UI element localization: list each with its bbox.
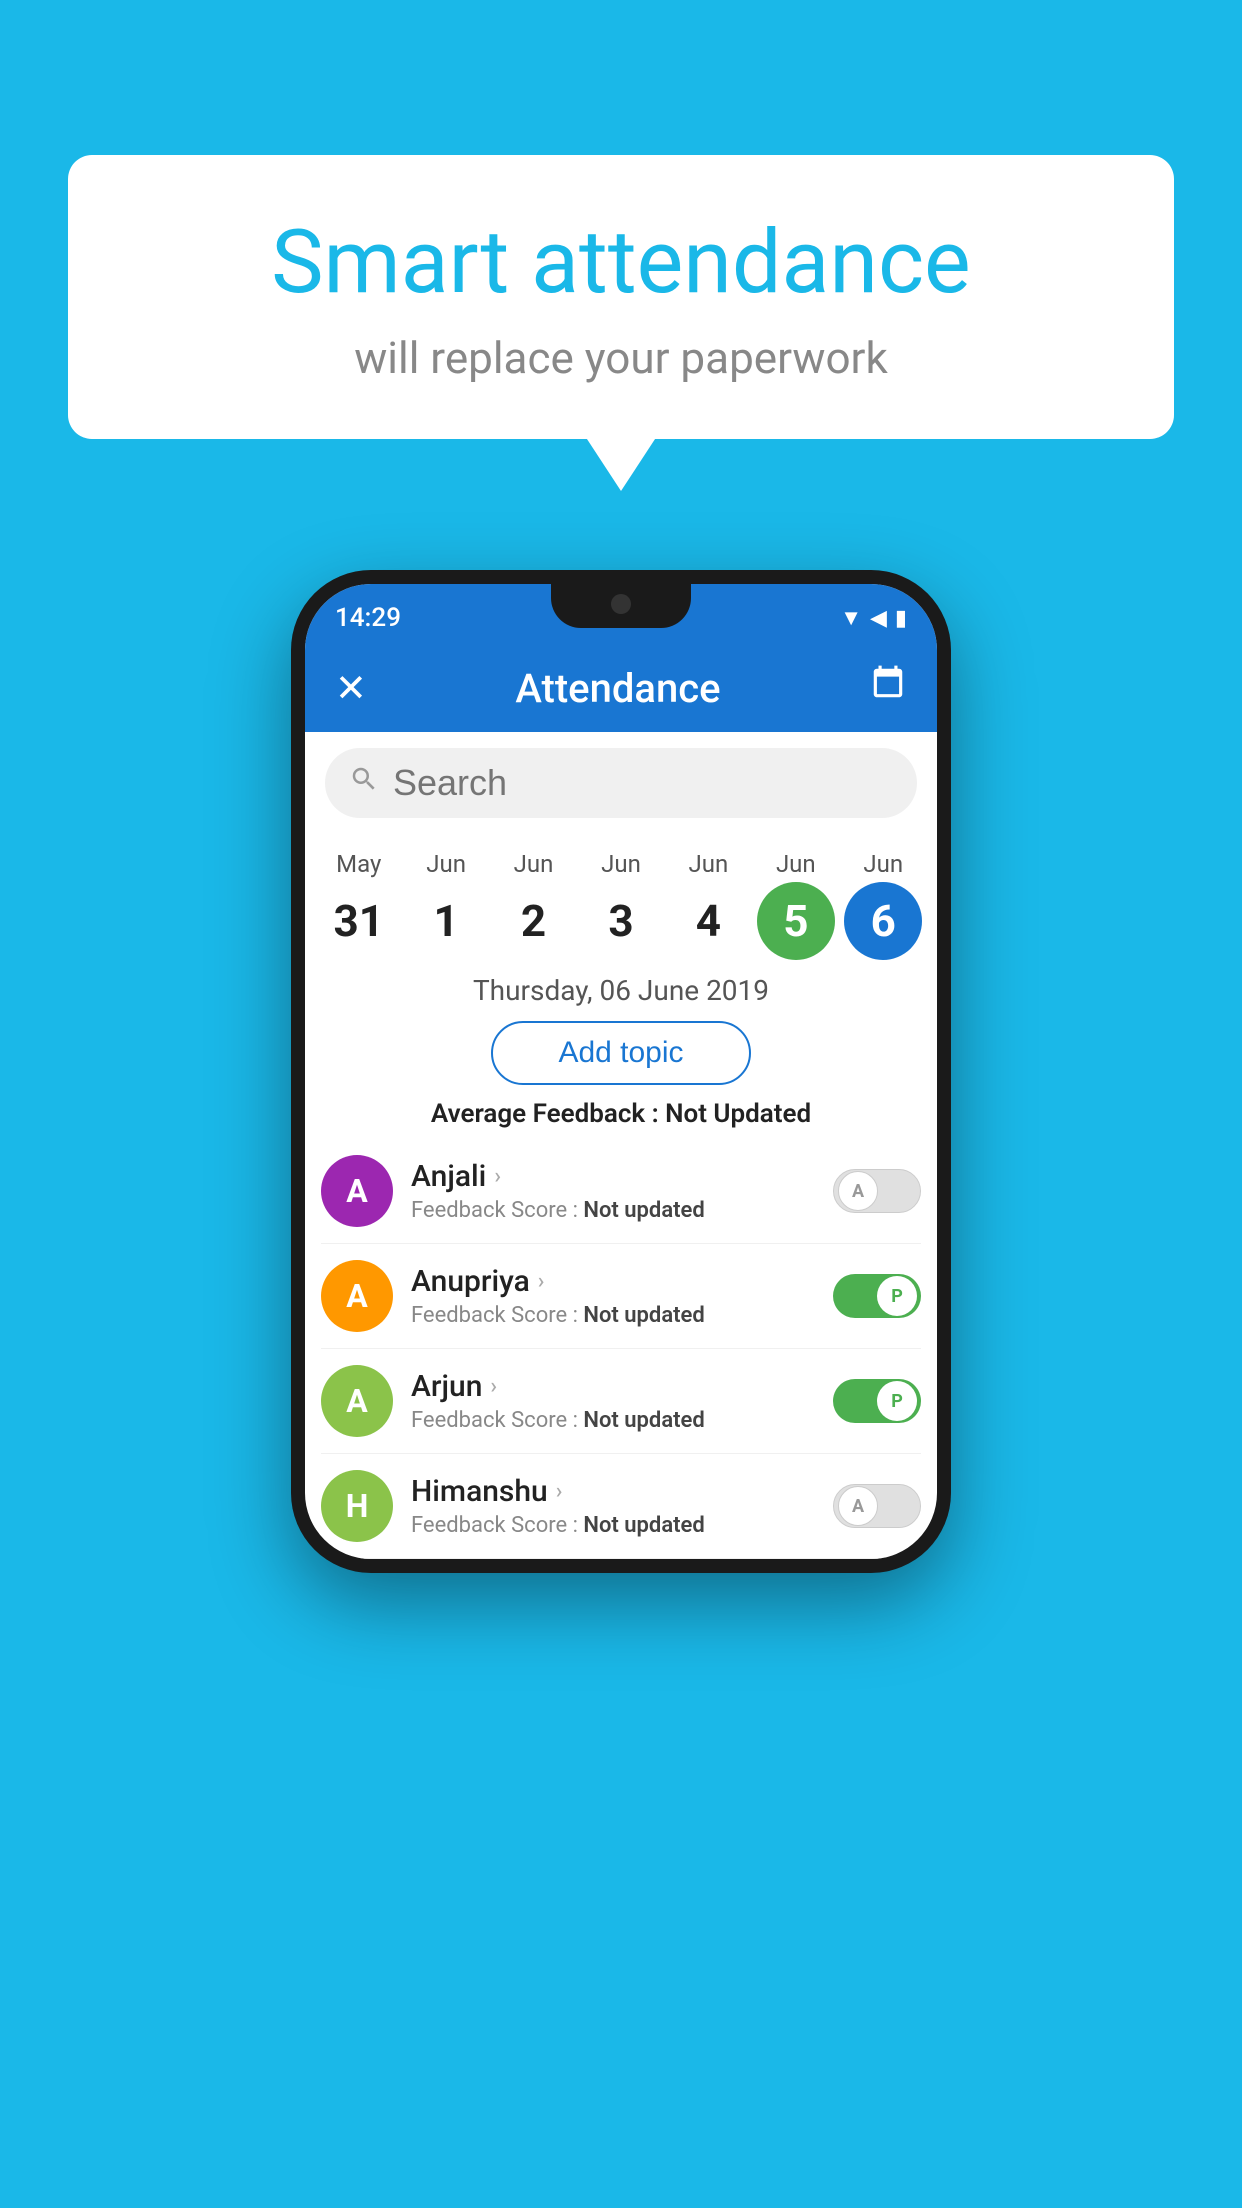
student-name: Anjali › [411,1159,833,1194]
chevron-icon: › [538,1269,545,1294]
status-time: 14:29 [335,603,401,633]
speech-bubble: Smart attendance will replace your paper… [68,155,1174,439]
student-name: Himanshu › [411,1474,833,1509]
selected-date: Thursday, 06 June 2019 [305,974,937,1007]
calendar-icon[interactable] [869,664,907,712]
phone-notch [551,584,691,628]
status-icons: ▼ ◀ ▮ [840,605,907,631]
student-info: Anjali › Feedback Score : Not updated [411,1159,833,1223]
main-title: Smart attendance [108,215,1134,312]
feedback-score: Feedback Score : Not updated [411,1198,833,1223]
add-topic-button[interactable]: Add topic [491,1021,751,1085]
cal-date-number[interactable]: 1 [407,882,485,960]
cal-date-number[interactable]: 4 [669,882,747,960]
toggle-knob: A [838,1486,878,1526]
attendance-toggle[interactable]: A [833,1484,921,1528]
student-name: Arjun › [411,1369,833,1404]
calendar-day[interactable]: May 31 [319,850,399,960]
student-info: Anupriya › Feedback Score : Not updated [411,1264,833,1328]
phone-mockup: 14:29 ▼ ◀ ▮ ✕ Attendance [291,570,951,1573]
chevron-icon: › [556,1479,563,1504]
search-bar[interactable] [325,748,917,818]
app-bar-title: Attendance [515,665,720,712]
student-item[interactable]: AAnjali ›Feedback Score : Not updatedA [321,1139,921,1244]
calendar-day[interactable]: Jun 3 [581,850,661,960]
cal-date-number[interactable]: 5 [757,882,835,960]
cal-date-number[interactable]: 3 [582,882,660,960]
cal-month-label: Jun [426,850,466,878]
chevron-icon: › [494,1164,501,1189]
close-icon[interactable]: ✕ [335,666,367,711]
avatar: A [321,1365,393,1437]
student-item[interactable]: H Himanshu › Feedback Score : Not updatedA [321,1454,921,1559]
cal-date-number[interactable]: 6 [844,882,922,960]
search-input[interactable] [393,762,893,804]
avg-feedback: Average Feedback : Not Updated [305,1099,937,1129]
calendar-day[interactable]: Jun 5 [756,850,836,960]
speech-bubble-container: Smart attendance will replace your paper… [68,155,1174,439]
calendar-day[interactable]: Jun 4 [668,850,748,960]
avatar: A [321,1155,393,1227]
cal-month-label: Jun [863,850,903,878]
cal-month-label: May [336,850,381,878]
cal-month-label: Jun [776,850,816,878]
student-name: Anupriya › [411,1264,833,1299]
attendance-toggle[interactable]: P [833,1379,921,1423]
feedback-score: Feedback Score : Not updated [411,1408,833,1433]
attendance-toggle[interactable]: A [833,1169,921,1213]
toggle-knob: P [877,1381,917,1421]
cal-month-label: Jun [689,850,729,878]
avatar: H [321,1470,393,1542]
student-item[interactable]: A Anupriya › Feedback Score : Not updated P [321,1244,921,1349]
sub-title: will replace your paperwork [108,332,1134,384]
cal-date-number[interactable]: 31 [320,882,398,960]
phone-screen: 14:29 ▼ ◀ ▮ ✕ Attendance [305,584,937,1559]
wifi-icon: ▼ [840,605,862,631]
calendar-day[interactable]: Jun 6 [843,850,923,960]
battery-icon: ▮ [895,606,907,631]
camera [611,594,631,614]
student-info: Arjun › Feedback Score : Not updated [411,1369,833,1433]
feedback-score: Feedback Score : Not updated [411,1513,833,1538]
calendar-day[interactable]: Jun 1 [406,850,486,960]
feedback-score: Feedback Score : Not updated [411,1303,833,1328]
phone-outer: 14:29 ▼ ◀ ▮ ✕ Attendance [291,570,951,1573]
student-item[interactable]: A Arjun › Feedback Score : Not updated P [321,1349,921,1454]
avg-feedback-value: Not Updated [665,1099,811,1129]
avatar: A [321,1260,393,1332]
signal-icon: ◀ [870,606,887,631]
cal-month-label: Jun [601,850,641,878]
calendar-row: May 31 Jun 1 Jun 2 Jun 3 Jun 4 Jun 5 Jun 6 [305,834,937,960]
toggle-knob: P [877,1276,917,1316]
calendar-day[interactable]: Jun 2 [494,850,574,960]
chevron-icon: › [490,1374,497,1399]
student-list: AAnjali ›Feedback Score : Not updatedAAA… [305,1139,937,1559]
student-info: Himanshu › Feedback Score : Not updated [411,1474,833,1538]
avg-feedback-label: Average Feedback : [431,1099,665,1129]
app-bar: ✕ Attendance [305,644,937,732]
search-icon [349,764,379,802]
toggle-knob: A [838,1171,878,1211]
cal-date-number[interactable]: 2 [495,882,573,960]
cal-month-label: Jun [514,850,554,878]
attendance-toggle[interactable]: P [833,1274,921,1318]
